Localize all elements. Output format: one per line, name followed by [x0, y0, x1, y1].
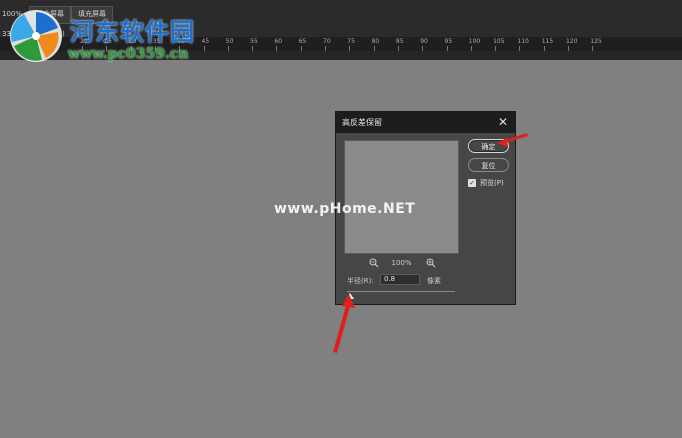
checkmark-icon[interactable]: ✓: [468, 179, 476, 187]
radius-label: 半径(R):: [347, 277, 374, 285]
ruler-tick-label: 45: [201, 38, 210, 45]
ruler-tick-label: 75: [347, 38, 355, 45]
dialog-title: 高反差保留: [342, 118, 382, 127]
ruler-tick-label: 55: [250, 38, 258, 45]
preview-zoom-controls: 100%: [344, 258, 459, 270]
dialog-titlebar[interactable]: 高反差保留 ✕: [336, 112, 515, 133]
ruler-tick-label: 100: [468, 38, 481, 45]
reset-button[interactable]: 复位: [468, 158, 509, 172]
ruler-tick-label: 50: [225, 38, 234, 45]
pinwheel-logo-icon: [10, 10, 62, 62]
filter-preview[interactable]: [344, 140, 459, 254]
annotation-arrow-slider: [333, 294, 355, 353]
ruler-tick-label: 70: [323, 38, 331, 45]
ruler-tick-label: 110: [517, 38, 529, 45]
radius-row: 半径(R): 0.8 像素: [347, 274, 497, 286]
preview-zoom-level: 100%: [391, 259, 412, 267]
ruler-tick-label: 85: [395, 38, 404, 45]
annotation-arrow-ok: [497, 133, 528, 147]
ruler-tick-label: 90: [420, 38, 428, 45]
ruler-tick-label: 120: [566, 38, 578, 45]
watermark-site-url: www.pc0359.cn: [68, 46, 189, 62]
ruler-tick-label: 65: [298, 38, 307, 45]
ruler-tick-label: 80: [371, 38, 380, 45]
zoom-in-icon[interactable]: [426, 258, 436, 268]
watermark-site-name: 河东软件园: [70, 17, 195, 46]
ruler-tick-label: 125: [590, 38, 602, 45]
preview-checkbox-label: 预览(P): [480, 179, 504, 187]
zoom-out-icon[interactable]: [369, 258, 379, 268]
close-icon[interactable]: ✕: [498, 115, 508, 129]
radius-slider-track[interactable]: [347, 291, 455, 292]
ruler-tick-label: 95: [444, 38, 453, 45]
watermark-center-text: www.pHome.NET: [274, 201, 416, 217]
radius-input[interactable]: 0.8: [380, 274, 420, 285]
ruler-tick-label: 60: [274, 38, 283, 45]
radius-unit: 像素: [427, 277, 441, 285]
ruler-tick-label: 115: [541, 38, 554, 45]
ruler-tick-label: 105: [493, 38, 505, 45]
